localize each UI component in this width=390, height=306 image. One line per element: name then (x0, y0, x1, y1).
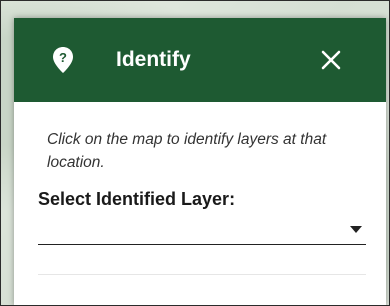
identify-panel: ? Identify Click on the map to identify … (14, 18, 386, 306)
panel-header: ? Identify (14, 18, 386, 102)
map-pin-question-icon: ? (53, 47, 73, 73)
svg-text:?: ? (59, 50, 67, 65)
instructions-text: Click on the map to identify layers at t… (47, 131, 327, 171)
caret-down-icon (350, 226, 362, 233)
select-layer-label: Select Identified Layer: (38, 189, 236, 209)
close-icon[interactable] (318, 47, 344, 73)
layer-select-dropdown[interactable] (38, 216, 366, 245)
divider (38, 274, 366, 275)
panel-title: Identify (116, 48, 191, 71)
